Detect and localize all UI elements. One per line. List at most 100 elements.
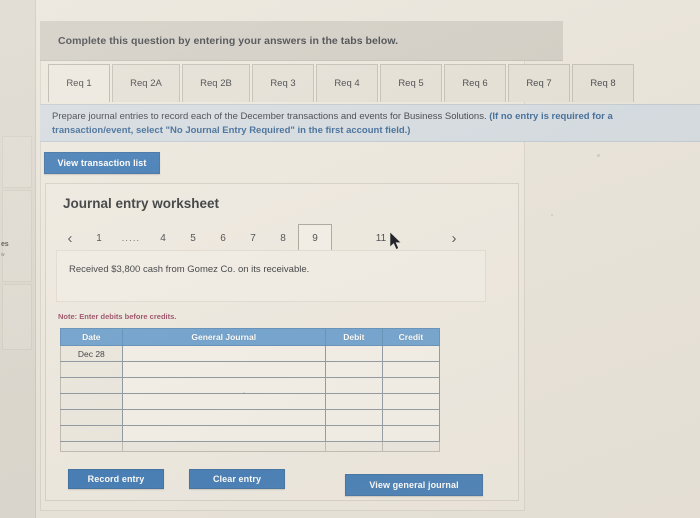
worksheet-pagination: ‹ 1 ..... 4 5 6 7 8 9 11 › [56,224,506,252]
button-label: Record entry [87,474,145,484]
instruction-bar: Prepare journal entries to record each o… [40,104,700,142]
instruction-plain: Prepare journal entries to record each o… [52,111,490,122]
column-header-credit: Credit [381,328,441,346]
button-label: View transaction list [57,158,147,168]
footer-cell-general-journal [121,441,326,452]
pagination-page-1[interactable]: 1 [84,225,114,251]
cell-debit[interactable] [324,377,383,394]
table-row [60,393,441,410]
cell-debit[interactable] [324,425,383,442]
cell-credit[interactable] [381,425,441,442]
requirement-tabs: Req 1 Req 2A Req 2B Req 3 Req 4 Req 5 Re… [40,61,634,105]
pagination-page-9-active[interactable]: 9 [298,224,332,252]
button-label: Clear entry [212,474,262,484]
cell-date[interactable]: Dec 28 [60,345,123,362]
banner-text: Complete this question by entering your … [58,35,399,47]
cell-credit[interactable] [381,409,441,426]
tab-req-6[interactable]: Req 6 [444,64,506,102]
cell-debit[interactable] [324,345,383,362]
column-header-general-journal: General Journal [121,328,326,346]
pagination-page-8[interactable]: 8 [268,225,298,251]
table-row [60,425,441,442]
cell-credit[interactable] [381,345,441,362]
cell-general-journal[interactable] [121,377,326,394]
left-sidebar-strip: es w [0,0,36,518]
pagination-page-5[interactable]: 5 [178,225,208,251]
transaction-description-text: Received $3,800 cash from Gomez Co. on i… [69,264,310,275]
cell-credit[interactable] [381,377,441,394]
sidebar-strip-label: es [1,241,9,248]
tab-label: Req 8 [590,78,616,89]
table-row [60,361,441,378]
column-header-date: Date [60,328,123,346]
tab-label: Req 2A [130,78,162,89]
instruction-highlight-1: (If no entry is required for a [489,111,613,122]
cell-debit[interactable] [324,409,383,426]
pagination-page-7[interactable]: 7 [238,225,268,251]
pagination-page-6[interactable]: 6 [208,225,238,251]
cell-general-journal[interactable] [121,361,326,378]
cell-date[interactable] [60,393,123,410]
journal-entry-worksheet-panel: Journal entry worksheet ‹ 1 ..... 4 5 6 … [45,183,519,501]
cell-credit[interactable] [381,361,441,378]
tab-req-4[interactable]: Req 4 [316,64,378,102]
question-workspace: Complete this question by entering your … [36,0,700,518]
tab-label: Req 5 [398,78,424,89]
record-entry-button[interactable]: Record entry [68,469,164,489]
tab-req-3[interactable]: Req 3 [252,64,314,102]
cell-general-journal[interactable] [121,425,326,442]
cell-date[interactable] [60,361,123,378]
tab-req-2b[interactable]: Req 2B [182,64,250,102]
cell-general-journal[interactable] [121,393,326,410]
tab-req-7[interactable]: Req 7 [508,64,570,102]
cell-debit[interactable] [324,361,383,378]
cell-date[interactable] [60,425,123,442]
instruction-highlight-2: transaction/event, select "No Journal En… [52,124,411,136]
instruction-text: Prepare journal entries to record each o… [52,110,688,137]
footer-cell-debit [324,441,383,452]
cell-date[interactable] [60,409,123,426]
pagination-page-4[interactable]: 4 [148,225,178,251]
question-banner: Complete this question by entering your … [40,21,563,61]
pagination-gap [332,225,366,251]
tab-req-8[interactable]: Req 8 [572,64,634,102]
sidebar-strip-sublabel: w [1,252,5,258]
table-footer-row [60,441,441,452]
cell-general-journal[interactable] [121,409,326,426]
cell-debit[interactable] [324,393,383,410]
sidebar-strip-cell [2,284,32,350]
tab-label: Req 2B [200,78,232,89]
view-general-journal-button[interactable]: View general journal [345,474,483,496]
tab-label: Req 3 [270,78,296,89]
journal-entry-table: Date General Journal Debit Credit Dec 28 [60,328,441,452]
pagination-next-icon[interactable]: › [440,225,468,251]
tab-label: Req 4 [334,78,360,89]
footer-cell-credit [381,441,441,452]
cell-general-journal[interactable] [121,345,326,362]
table-row: Dec 28 [60,345,441,362]
tab-label: Req 1 [66,78,92,89]
table-header-row: Date General Journal Debit Credit [60,328,441,346]
transaction-description-box: Received $3,800 cash from Gomez Co. on i… [56,250,486,302]
debits-before-credits-note: Note: Enter debits before credits. [58,312,177,321]
tab-req-5[interactable]: Req 5 [380,64,442,102]
cell-date[interactable] [60,377,123,394]
worksheet-title: Journal entry worksheet [63,196,220,211]
clear-entry-button[interactable]: Clear entry [189,469,285,489]
tab-label: Req 6 [462,78,488,89]
table-row [60,377,441,394]
footer-cell-date [60,441,123,452]
sidebar-strip-cell [2,136,32,188]
tab-label: Req 7 [526,78,552,89]
pagination-ellipsis: ..... [121,233,141,243]
cell-credit[interactable] [381,393,441,410]
sidebar-strip-cell [2,190,32,282]
pagination-page-11[interactable]: 11 [366,225,396,251]
tab-req-2a[interactable]: Req 2A [112,64,180,102]
column-header-debit: Debit [324,328,383,346]
table-row [60,409,441,426]
pagination-spacer [396,225,440,251]
view-transaction-list-button[interactable]: View transaction list [44,152,160,174]
pagination-prev-icon[interactable]: ‹ [56,225,84,251]
tab-req-1[interactable]: Req 1 [48,64,110,102]
